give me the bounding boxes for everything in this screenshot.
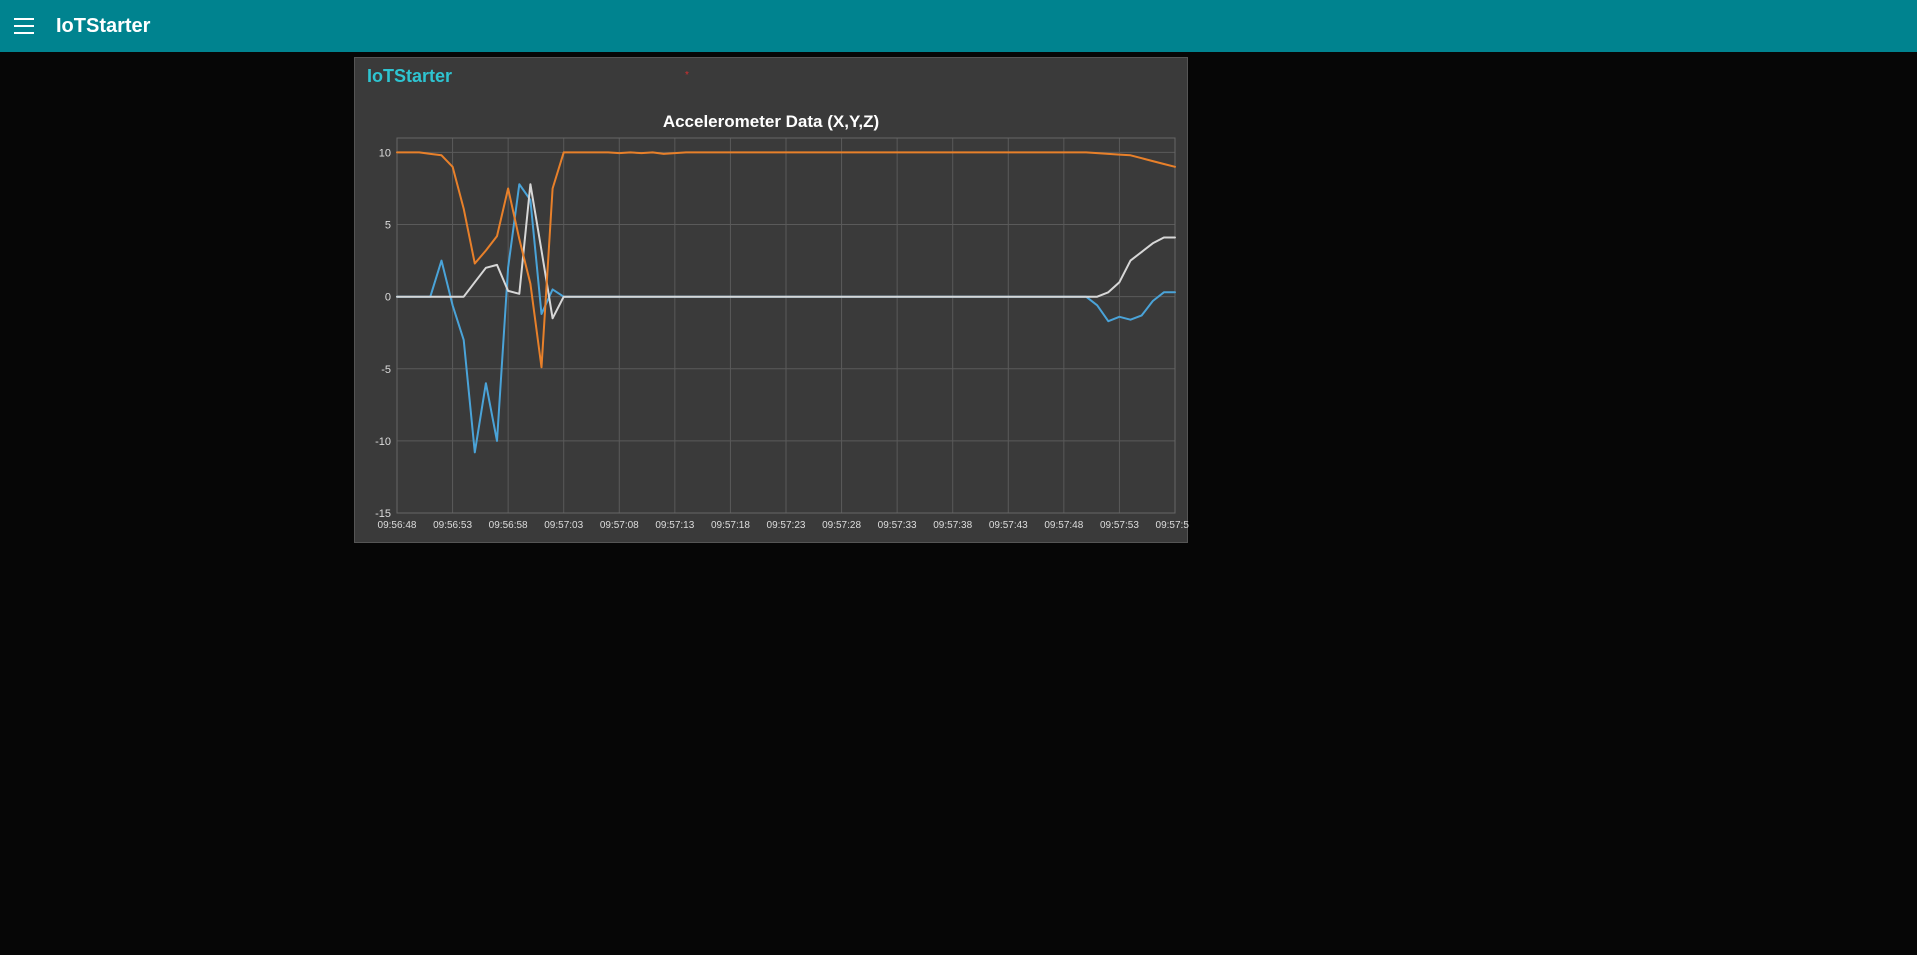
svg-text:09:57:38: 09:57:38	[933, 520, 972, 531]
header: IoTStarter	[0, 0, 1917, 52]
svg-text:09:57:03: 09:57:03	[544, 520, 583, 531]
svg-text:09:57:23: 09:57:23	[767, 520, 806, 531]
svg-text:09:57:33: 09:57:33	[878, 520, 917, 531]
svg-text:09:56:48: 09:56:48	[378, 520, 417, 531]
svg-text:-5: -5	[381, 364, 391, 376]
svg-text:09:57:48: 09:57:48	[1044, 520, 1083, 531]
svg-text:-10: -10	[375, 436, 391, 448]
app-title: IoTStarter	[56, 15, 150, 38]
svg-text:-15: -15	[375, 508, 391, 520]
svg-text:09:56:58: 09:56:58	[489, 520, 528, 531]
svg-text:09:57:53: 09:57:53	[1100, 520, 1139, 531]
svg-text:5: 5	[385, 220, 391, 232]
svg-text:0: 0	[385, 292, 391, 304]
chart-card: IoTStarter * Accelerometer Data (X,Y,Z) …	[354, 57, 1188, 543]
svg-text:09:57:59: 09:57:59	[1156, 520, 1189, 531]
svg-text:09:57:18: 09:57:18	[711, 520, 750, 531]
svg-text:09:57:13: 09:57:13	[655, 520, 694, 531]
svg-text:10: 10	[379, 147, 391, 159]
svg-text:09:57:08: 09:57:08	[600, 520, 639, 531]
menu-icon[interactable]	[14, 13, 40, 39]
accelerometer-chart: -15 -10 -5 0 5 10 09:56:48 09:56:53 09:56:58 09:5…	[355, 58, 1189, 544]
svg-text:09:56:53: 09:56:53	[433, 520, 472, 531]
svg-text:09:57:43: 09:57:43	[989, 520, 1028, 531]
svg-text:09:57:28: 09:57:28	[822, 520, 861, 531]
